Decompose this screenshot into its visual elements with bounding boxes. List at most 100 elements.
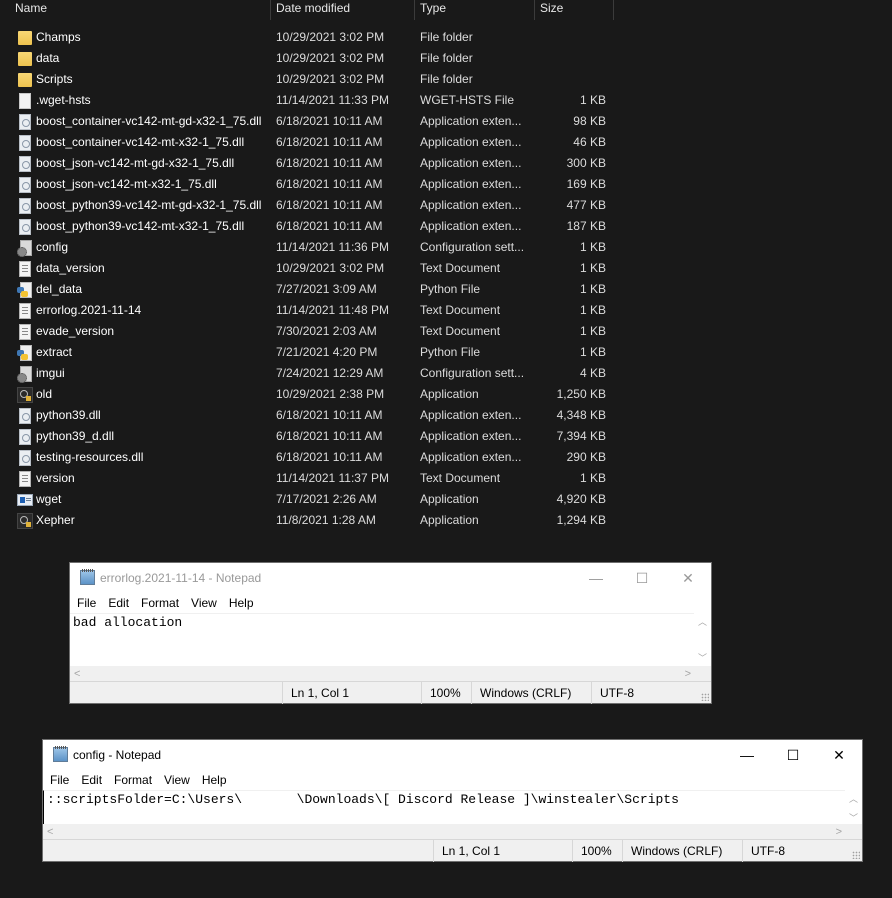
dll-file-icon — [19, 429, 31, 445]
scroll-up-icon[interactable]: ︿ — [694, 615, 711, 628]
file-row[interactable]: del_data 7/27/2021 3:09 AM Python File 1 KB — [0, 279, 620, 300]
close-button[interactable]: ✕ — [816, 740, 862, 770]
scroll-down-icon[interactable]: ﹀ — [845, 811, 862, 824]
file-row[interactable]: data_version 10/29/2021 3:02 PM Text Docum… — [0, 258, 620, 279]
dll-file-icon — [19, 198, 31, 214]
encoding: UTF-8 — [591, 682, 634, 704]
vertical-scrollbar[interactable]: ︿ ﹀ — [845, 790, 862, 824]
folder-icon — [18, 31, 32, 45]
file-date: 6/18/2021 10:11 AM — [276, 219, 383, 233]
resize-grip[interactable] — [852, 851, 860, 859]
title-bar[interactable]: config - Notepad — ☐ ✕ — [43, 740, 862, 770]
file-size: 187 KB — [566, 219, 606, 233]
maximize-button[interactable]: ☐ — [770, 740, 816, 770]
minimize-button[interactable]: — — [573, 563, 619, 593]
file-row[interactable]: evade_version 7/30/2021 2:03 AM Text Docum… — [0, 321, 620, 342]
file-row[interactable]: Scripts 10/29/2021 3:02 PM File folder — [0, 69, 620, 90]
file-date: 11/14/2021 11:33 PM — [276, 93, 389, 107]
dll-file-icon — [19, 135, 31, 151]
file-name: boost_container-vc142-mt-gd-x32-1_75.dll — [36, 114, 262, 128]
file-date: 11/8/2021 1:28 AM — [276, 513, 376, 527]
file-row[interactable]: config 11/14/2021 11:36 PM Configuration s… — [0, 237, 620, 258]
vertical-scrollbar[interactable]: ︿ ﹀ — [694, 613, 711, 666]
line-ending: Windows (CRLF) — [471, 682, 571, 704]
file-name: boost_json-vc142-mt-gd-x32-1_75.dll — [36, 156, 235, 170]
file-name: python39_d.dll — [36, 429, 115, 443]
column-header-type[interactable]: Type — [414, 0, 534, 20]
menu-edit[interactable]: Edit — [102, 593, 135, 613]
file-name: version — [36, 471, 75, 485]
file-row[interactable]: python39.dll 6/18/2021 10:11 AM Applicatio… — [0, 405, 620, 426]
file-type: Application exten... — [420, 114, 522, 128]
title-bar[interactable]: errorlog.2021-11-14 - Notepad — ☐ ✕ — [70, 563, 711, 593]
file-size: 477 KB — [566, 198, 606, 212]
menu-format[interactable]: Format — [135, 593, 185, 613]
menu-file[interactable]: File — [70, 593, 102, 613]
file-row[interactable]: Champs 10/29/2021 3:02 PM File folder — [0, 27, 620, 48]
file-date: 11/14/2021 11:48 PM — [276, 303, 389, 317]
notepad-window-config: config - Notepad — ☐ ✕ File Edit Format Vie… — [42, 739, 863, 862]
menu-edit[interactable]: Edit — [75, 770, 108, 790]
file-row[interactable]: boost_container-vc142-mt-gd-x32-1_75.dll… — [0, 111, 620, 132]
file-row[interactable]: boost_json-vc142-mt-x32-1_75.dll 6/18/202… — [0, 174, 620, 195]
folder-icon — [18, 52, 32, 66]
menu-view[interactable]: View — [185, 593, 223, 613]
cursor-position: Ln 1, Col 1 — [282, 682, 349, 704]
notepad-icon — [80, 569, 95, 585]
menu-format[interactable]: Format — [108, 770, 158, 790]
file-size: 46 KB — [573, 135, 606, 149]
column-header-date[interactable]: Date modified — [270, 0, 414, 20]
file-row[interactable]: boost_json-vc142-mt-gd-x32-1_75.dll 6/18/… — [0, 153, 620, 174]
file-row[interactable]: boost_python39-vc142-mt-x32-1_75.dll 6/18… — [0, 216, 620, 237]
file-size: 300 KB — [566, 156, 606, 170]
scroll-up-icon[interactable]: ︿ — [845, 792, 862, 805]
column-header-name[interactable]: Name — [9, 0, 270, 20]
file-type: File folder — [420, 72, 473, 86]
close-button[interactable]: ✕ — [665, 563, 711, 593]
file-row[interactable]: imgui 7/24/2021 12:29 AM Configuration set… — [0, 363, 620, 384]
text-editor[interactable]: ::scriptsFolder=C:\Users\ \Downloads\[ D… — [43, 790, 845, 824]
python-file-icon — [17, 282, 32, 298]
file-row[interactable]: data 10/29/2021 3:02 PM File folder — [0, 48, 620, 69]
resize-grip[interactable] — [701, 693, 709, 701]
file-row[interactable]: testing-resources.dll 6/18/2021 10:11 AM A… — [0, 447, 620, 468]
file-date: 10/29/2021 2:38 PM — [276, 387, 385, 401]
file-type: Application exten... — [420, 450, 522, 464]
window-title: config - Notepad — [73, 748, 162, 762]
maximize-button[interactable]: ☐ — [619, 563, 665, 593]
file-size: 1 KB — [579, 240, 606, 254]
file-row[interactable]: wget 7/17/2021 2:26 AM Application 4,920 KB — [0, 489, 620, 510]
file-name: Scripts — [36, 72, 73, 86]
minimize-button[interactable]: — — [724, 740, 770, 770]
file-row[interactable]: old 10/29/2021 2:38 PM Application 1,250 KB — [0, 384, 620, 405]
column-header-size[interactable]: Size — [534, 0, 614, 20]
file-name: wget — [36, 492, 62, 506]
file-type: Text Document — [420, 471, 501, 485]
file-row[interactable]: python39_d.dll 6/18/2021 10:11 AM Applicat… — [0, 426, 620, 447]
dll-file-icon — [19, 219, 31, 235]
menu-file[interactable]: File — [43, 770, 75, 790]
menu-view[interactable]: View — [158, 770, 196, 790]
menu-help[interactable]: Help — [196, 770, 233, 790]
file-name: del_data — [36, 282, 83, 296]
file-row[interactable]: boost_python39-vc142-mt-gd-x32-1_75.dll 6… — [0, 195, 620, 216]
file-row[interactable]: extract 7/21/2021 4:20 PM Python File 1 KB — [0, 342, 620, 363]
file-date: 10/29/2021 3:02 PM — [276, 30, 385, 44]
menu-bar: File Edit Format View Help — [70, 593, 711, 613]
file-name: boost_python39-vc142-mt-x32-1_75.dll — [36, 219, 245, 233]
file-row[interactable]: boost_container-vc142-mt-x32-1_75.dll 6/1… — [0, 132, 620, 153]
application-icon — [17, 513, 33, 529]
scroll-down-icon[interactable]: ﹀ — [694, 651, 711, 664]
file-date: 10/29/2021 3:02 PM — [276, 261, 385, 275]
file-row[interactable]: .wget-hsts 11/14/2021 11:33 PM WGET-HSTS F… — [0, 90, 620, 111]
menu-help[interactable]: Help — [223, 593, 260, 613]
file-type: Python File — [420, 345, 481, 359]
blank-file-icon — [19, 93, 31, 109]
file-size: 1 KB — [579, 345, 606, 359]
notepad-window-errorlog: errorlog.2021-11-14 - Notepad — ☐ ✕ File… — [69, 562, 712, 704]
file-row[interactable]: errorlog.2021-11-14 11/14/2021 11:48 PM Te… — [0, 300, 620, 321]
file-row[interactable]: Xepher 11/8/2021 1:28 AM Application 1,294 … — [0, 510, 620, 531]
column-divider[interactable] — [613, 0, 614, 20]
text-editor[interactable]: bad allocation — [70, 613, 694, 666]
file-row[interactable]: version 11/14/2021 11:37 PM Text Document 1… — [0, 468, 620, 489]
